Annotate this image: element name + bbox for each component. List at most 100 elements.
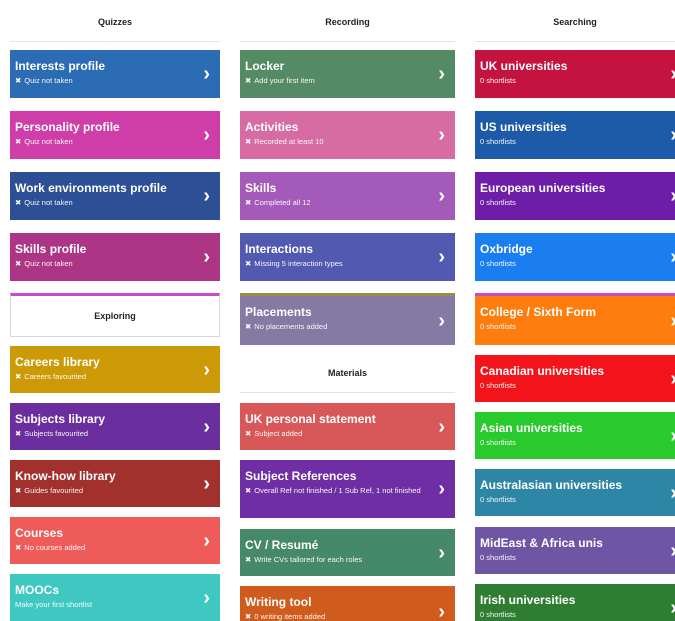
materials-header: Materials: [240, 353, 455, 393]
chevron-right-icon: ›: [203, 415, 210, 438]
card-title: Interests profile: [15, 59, 106, 73]
cross-icon: ✖: [245, 76, 252, 85]
card-status: ✖ Recorded at least 10: [245, 137, 324, 146]
card-know-how-library[interactable]: Know-how library ✖ Guides favourited ›: [10, 460, 220, 507]
card-status: 0 shortlists: [480, 495, 516, 504]
card-title: Personality profile: [15, 120, 120, 134]
card-european-universities[interactable]: European universities 0 shortlists ›: [475, 172, 675, 220]
card-subject-references[interactable]: Subject References ✖ Overall Ref not fini…: [240, 460, 455, 518]
card-title: MOOCs: [15, 583, 60, 597]
card-oxbridge[interactable]: Oxbridge 0 shortlists ›: [475, 233, 675, 281]
chevron-right-icon: ›: [670, 247, 675, 267]
card-status: ✖ 0 writing items added: [245, 612, 326, 621]
chevron-right-icon: ›: [438, 185, 445, 207]
chevron-right-icon: ›: [438, 478, 445, 500]
cross-icon: ✖: [245, 612, 252, 621]
card-status: ✖ Write CVs tailored for each roles: [245, 555, 363, 564]
card-asian-universities[interactable]: Asian universities 0 shortlists ›: [475, 412, 675, 459]
cross-icon: ✖: [245, 259, 252, 268]
card-activities[interactable]: Activities ✖ Recorded at least 10 ›: [240, 111, 455, 159]
card-status: ✖ Subjects favourited: [15, 429, 89, 438]
card-status: ✖ Missing 5 interaction types: [245, 259, 343, 268]
card-status: ✖ Quiz not taken: [15, 137, 73, 146]
cross-icon: ✖: [245, 137, 252, 146]
chevron-right-icon: ›: [203, 124, 210, 146]
chevron-right-icon: ›: [670, 369, 675, 389]
card-status: 0 shortlists: [480, 76, 516, 85]
card-us-universities[interactable]: US universities 0 shortlists ›: [475, 111, 675, 159]
card-careers-library[interactable]: Careers library ✖ Careers favourited ›: [10, 346, 220, 393]
card-writing-tool[interactable]: Writing tool ✖ 0 writing items added ›: [240, 586, 455, 621]
cross-icon: ✖: [15, 137, 22, 146]
card-irish-universities[interactable]: Irish universities 0 shortlists ›: [475, 584, 675, 621]
cross-icon: ✖: [15, 486, 22, 495]
card-title: Skills: [245, 181, 277, 195]
cross-icon: ✖: [15, 543, 22, 552]
cross-icon: ✖: [245, 322, 252, 331]
card-status: 0 shortlists: [480, 198, 516, 207]
card-mideast-africa-unis[interactable]: MidEast & Africa unis 0 shortlists ›: [475, 527, 675, 574]
card-status: 0 shortlists: [480, 259, 516, 268]
card-title: CV / Resumé: [245, 538, 319, 552]
card-skills-profile[interactable]: Skills profile ✖ Quiz not taken ›: [10, 233, 220, 281]
card-uk-universities[interactable]: UK universities 0 shortlists ›: [475, 50, 675, 98]
card-interests-profile[interactable]: Interests profile ✖ Quiz not taken ›: [10, 50, 220, 98]
card-status: ✖ Quiz not taken: [15, 198, 73, 207]
card-status: ✖ Completed all 12: [245, 198, 311, 207]
card-status: ✖ Overall Ref not finished / 1 Sub Ref, 1…: [245, 486, 421, 495]
cross-icon: ✖: [245, 198, 252, 207]
cross-icon: ✖: [245, 555, 252, 564]
chevron-right-icon: ›: [670, 483, 675, 503]
card-status: ✖ Careers favourited: [15, 372, 86, 381]
recording-header: Recording: [240, 2, 455, 42]
card-personality-profile[interactable]: Personality profile ✖ Quiz not taken ›: [10, 111, 220, 159]
chevron-right-icon: ›: [203, 185, 210, 207]
card-australasian-universities[interactable]: Australasian universities 0 shortlists ›: [475, 469, 675, 516]
card-title: Asian universities: [480, 421, 583, 435]
card-courses[interactable]: Courses ✖ No courses added ›: [10, 517, 220, 564]
chevron-right-icon: ›: [438, 415, 445, 438]
card-title: Know-how library: [15, 469, 116, 483]
chevron-right-icon: ›: [203, 529, 210, 552]
chevron-right-icon: ›: [670, 311, 675, 331]
exploring-title: Exploring: [94, 311, 136, 321]
card-status: ✖ Guides favourited: [15, 486, 84, 495]
exploring-header: Exploring: [10, 293, 220, 337]
card-status: ✖ Quiz not taken: [15, 76, 73, 85]
card-locker[interactable]: Locker ✖ Add your first item ›: [240, 50, 455, 98]
card-status: 0 shortlists: [480, 553, 516, 562]
chevron-right-icon: ›: [438, 63, 445, 85]
card-uk-personal-statement[interactable]: UK personal statement ✖ Subject added ›: [240, 403, 455, 450]
card-cv-resume[interactable]: CV / Resumé ✖ Write CVs tailored for each…: [240, 529, 455, 576]
card-title: Work environments profile: [15, 181, 167, 195]
card-title: US universities: [480, 120, 567, 134]
card-subjects-library[interactable]: Subjects library ✖ Subjects favourited ›: [10, 403, 220, 450]
card-title: Careers library: [15, 355, 100, 369]
chevron-right-icon: ›: [203, 472, 210, 495]
card-title: Skills profile: [15, 242, 87, 256]
card-title: College / Sixth Form: [480, 305, 597, 319]
card-title: Placements: [245, 305, 312, 319]
card-skills[interactable]: Skills ✖ Completed all 12 ›: [240, 172, 455, 220]
cross-icon: ✖: [245, 429, 252, 438]
card-moocs[interactable]: MOOCs Make your first shortlist ›: [10, 574, 220, 621]
chevron-right-icon: ›: [203, 586, 210, 609]
card-interactions[interactable]: Interactions ✖ Missing 5 interaction type…: [240, 233, 455, 281]
card-title: UK universities: [480, 59, 568, 73]
card-status: 0 shortlists: [480, 137, 516, 146]
chevron-right-icon: ›: [670, 125, 675, 145]
card-placements[interactable]: Placements ✖ No placements added ›: [240, 296, 455, 345]
chevron-right-icon: ›: [670, 186, 675, 206]
quizzes-title: Quizzes: [97, 16, 132, 27]
chevron-right-icon: ›: [438, 541, 445, 564]
card-college-sixth-form[interactable]: College / Sixth Form 0 shortlists ›: [475, 296, 675, 345]
card-work-environments-profile[interactable]: Work environments profile ✖ Quiz not take…: [10, 172, 220, 220]
card-title: Oxbridge: [480, 242, 533, 256]
card-status: 0 shortlists: [480, 610, 516, 619]
card-title: Subjects library: [15, 412, 106, 426]
quizzes-header: Quizzes: [10, 2, 220, 42]
chevron-right-icon: ›: [670, 64, 675, 84]
card-canadian-universities[interactable]: Canadian universities 0 shortlists ›: [475, 355, 675, 402]
card-status: ✖ No courses added: [15, 543, 86, 552]
chevron-right-icon: ›: [203, 358, 210, 381]
